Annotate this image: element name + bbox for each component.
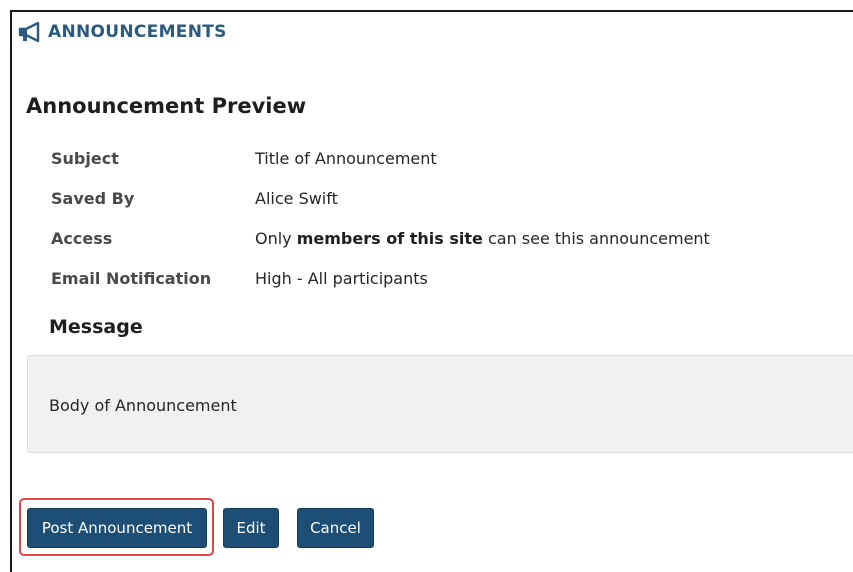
email-notification-value: High - All participants <box>255 268 428 288</box>
saved-by-value: Alice Swift <box>255 188 338 208</box>
saved-by-row: Saved By Alice Swift <box>51 186 338 210</box>
access-value-prefix: Only <box>255 228 297 248</box>
tool-header: ANNOUNCEMENTS <box>18 20 227 44</box>
subject-row: Subject Title of Announcement <box>51 146 437 170</box>
tool-title: ANNOUNCEMENTS <box>48 22 227 42</box>
access-value: Only members of this site can see this a… <box>255 229 710 248</box>
cancel-button[interactable]: Cancel <box>297 508 374 548</box>
edit-button[interactable]: Edit <box>223 508 279 548</box>
subject-label: Subject <box>51 148 119 168</box>
message-body: Body of Announcement <box>49 396 237 415</box>
access-value-bold: members of this site <box>296 228 483 248</box>
message-heading: Message <box>49 316 143 338</box>
access-value-suffix: can see this announcement <box>482 228 710 248</box>
subject-value: Title of Announcement <box>255 148 437 168</box>
saved-by-label: Saved By <box>51 188 135 208</box>
megaphone-icon <box>18 21 44 43</box>
access-label: Access <box>51 228 113 248</box>
email-notification-label: Email Notification <box>51 268 212 288</box>
email-notification-row: Email Notification High - All participan… <box>51 266 428 290</box>
message-box: Body of Announcement <box>27 355 853 453</box>
page-title: Announcement Preview <box>26 94 307 118</box>
post-announcement-button[interactable]: Post Announcement <box>27 508 207 548</box>
access-row: Access Only members of this site can see… <box>51 226 710 250</box>
